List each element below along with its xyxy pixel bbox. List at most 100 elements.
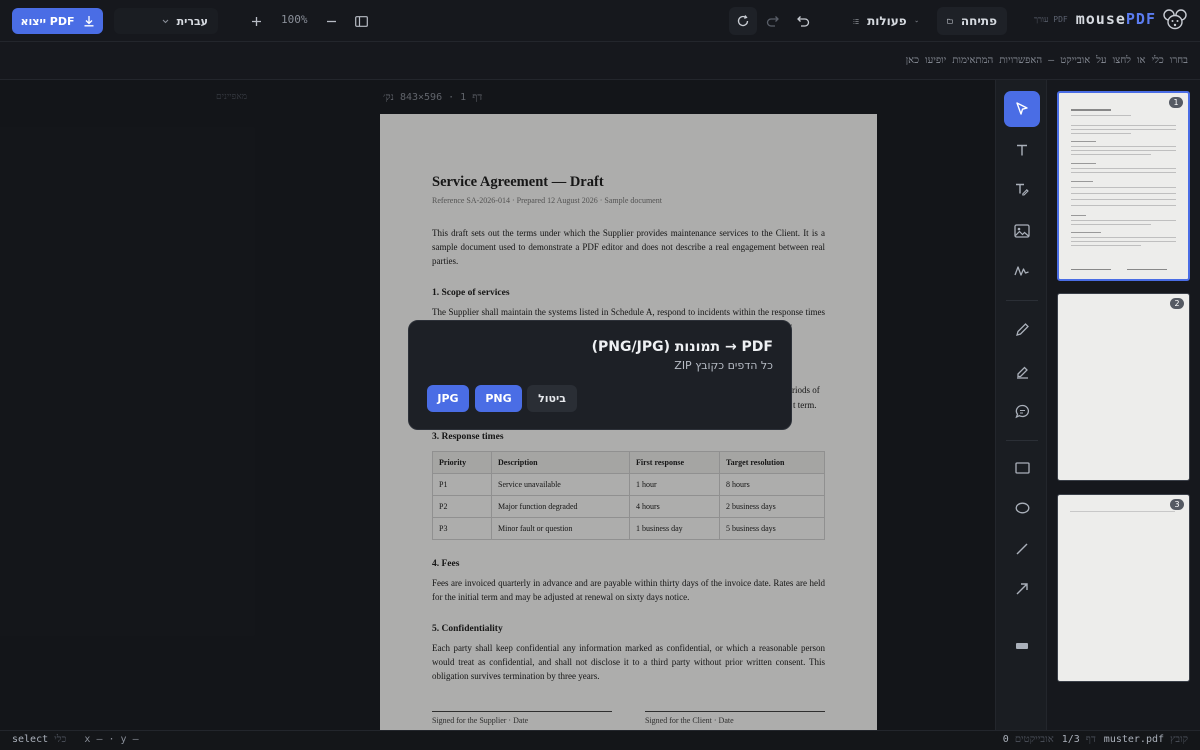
thumb-line bbox=[1071, 245, 1141, 246]
thumbnail-page-3[interactable]: 3 bbox=[1057, 494, 1190, 682]
logo-main: mouse bbox=[1075, 10, 1126, 28]
thumb-line bbox=[1071, 115, 1131, 116]
export-label: ייצוא PDF bbox=[20, 14, 75, 28]
thumb-line bbox=[1071, 129, 1176, 130]
status-objects-value: 0 bbox=[1002, 734, 1009, 745]
undo-button[interactable] bbox=[789, 7, 817, 35]
thumb-line bbox=[1071, 181, 1093, 182]
pen-icon bbox=[1015, 322, 1029, 336]
redo-button[interactable] bbox=[759, 7, 787, 35]
tool-rail bbox=[995, 80, 1047, 730]
edit-text-tool[interactable] bbox=[1004, 172, 1040, 208]
thumb-line bbox=[1071, 205, 1176, 206]
plus-icon bbox=[251, 16, 261, 26]
arrow-icon bbox=[1016, 583, 1028, 595]
chevron-down-icon bbox=[914, 20, 918, 22]
zoom-out-button[interactable] bbox=[317, 7, 345, 35]
download-icon bbox=[84, 16, 93, 27]
thumb-line bbox=[1071, 193, 1176, 194]
text-icon bbox=[1017, 144, 1027, 156]
logo-text: mousePDF bbox=[1076, 10, 1156, 28]
thumb-line bbox=[1071, 199, 1176, 200]
thumb-line bbox=[1071, 241, 1176, 242]
signature-tool[interactable] bbox=[1004, 253, 1040, 289]
status-coords: x — · y — bbox=[84, 734, 139, 745]
zoom-in-button[interactable] bbox=[242, 7, 270, 35]
reset-button[interactable] bbox=[729, 7, 757, 35]
thumb-line bbox=[1071, 232, 1101, 233]
language-label: עברית bbox=[176, 14, 208, 28]
comment-icon bbox=[1014, 404, 1029, 418]
line-tool[interactable] bbox=[1004, 531, 1040, 567]
export-images-dialog: PDF → תמונות (PNG/JPG) כל הדפים כקובץ ZI… bbox=[408, 320, 792, 430]
ellipse-icon bbox=[1015, 502, 1029, 514]
thumbnail-number: 2 bbox=[1170, 298, 1184, 309]
thumb-line bbox=[1071, 269, 1111, 270]
whiteout-icon bbox=[1016, 643, 1028, 649]
select-icon bbox=[1016, 102, 1028, 115]
thumb-line bbox=[1071, 141, 1096, 142]
status-bar: select כלי x — · y — קובץ muster.pdf דף … bbox=[0, 730, 1200, 750]
status-file-name: muster.pdf bbox=[1103, 734, 1165, 745]
list-icon bbox=[853, 18, 859, 24]
line-icon bbox=[1016, 543, 1028, 555]
zoom-level: 100% bbox=[281, 13, 308, 26]
top-toolbar: עורך PDF mousePDF פתיחה פעולות 100% עברי… bbox=[0, 0, 1200, 42]
thumb-line bbox=[1070, 511, 1175, 512]
highlighter-icon bbox=[1016, 366, 1028, 379]
png-button[interactable]: PNG bbox=[475, 385, 522, 412]
open-button[interactable]: פתיחה bbox=[937, 7, 1007, 35]
export-pdf-button[interactable]: ייצוא PDF bbox=[12, 8, 103, 34]
thumb-line bbox=[1071, 220, 1176, 221]
app-subtitle: עורך PDF bbox=[1034, 14, 1068, 24]
refresh-icon bbox=[737, 15, 749, 27]
thumbnail-page-2[interactable]: 2 bbox=[1057, 293, 1190, 481]
select-tool[interactable] bbox=[1004, 91, 1040, 127]
status-left: select כלי x — · y — bbox=[12, 734, 139, 745]
jpg-button[interactable]: JPG bbox=[427, 385, 469, 412]
pen-tool[interactable] bbox=[1004, 311, 1040, 347]
undo-icon bbox=[797, 16, 810, 27]
mouse-logo-icon bbox=[1163, 9, 1187, 30]
dialog-subtitle: כל הדפים כקובץ ZIP bbox=[674, 359, 773, 372]
image-icon bbox=[1014, 224, 1030, 238]
thumb-line bbox=[1071, 168, 1176, 169]
thumbnail-number: 3 bbox=[1170, 499, 1184, 510]
sidebar-toggle-button[interactable] bbox=[347, 7, 375, 35]
chevron-down-icon bbox=[162, 19, 168, 23]
redo-icon bbox=[766, 16, 779, 27]
page-thumbnails: 1 2 3 bbox=[1047, 80, 1200, 730]
thumbnail-page-1[interactable]: 1 bbox=[1057, 91, 1190, 281]
dialog-title: PDF → תמונות (PNG/JPG) bbox=[591, 339, 773, 355]
status-page-label: דף bbox=[1085, 734, 1096, 745]
whiteout-tool[interactable] bbox=[1004, 628, 1040, 664]
status-tool: select bbox=[12, 734, 49, 745]
arrow-tool[interactable] bbox=[1004, 571, 1040, 607]
thumb-line bbox=[1071, 150, 1176, 151]
rectangle-tool[interactable] bbox=[1004, 450, 1040, 486]
thumb-line bbox=[1071, 163, 1096, 164]
status-objects-label: אובייקטים bbox=[1014, 734, 1054, 745]
language-select[interactable]: עברית bbox=[114, 8, 218, 34]
rail-divider bbox=[1006, 440, 1038, 441]
status-page-value: 1/3 bbox=[1061, 734, 1080, 745]
thumb-line bbox=[1127, 269, 1167, 270]
ellipse-tool[interactable] bbox=[1004, 490, 1040, 526]
status-right: קובץ muster.pdf דף 1/3 אובייקטים 0 bbox=[1003, 734, 1188, 745]
image-tool[interactable] bbox=[1004, 213, 1040, 249]
hint-text: בחרו כלי או לחצו על אובייקט — האפשרויות … bbox=[905, 55, 1188, 66]
thumb-line bbox=[1071, 133, 1131, 134]
text-tool[interactable] bbox=[1004, 132, 1040, 168]
thumb-line bbox=[1071, 237, 1176, 238]
signature-icon bbox=[1014, 266, 1029, 276]
highlighter-tool[interactable] bbox=[1004, 353, 1040, 389]
actions-menu-button[interactable]: פעולות bbox=[843, 7, 928, 35]
logo-accent: PDF bbox=[1125, 10, 1156, 28]
thumb-line bbox=[1071, 125, 1176, 126]
properties-hint-bar: בחרו כלי או לחצו על אובייקט — האפשרויות … bbox=[0, 42, 1200, 80]
open-label: פתיחה bbox=[960, 14, 997, 28]
thumb-line bbox=[1071, 146, 1176, 147]
thumb-line bbox=[1071, 215, 1086, 216]
cancel-button[interactable]: ביטול bbox=[527, 385, 577, 412]
comment-tool[interactable] bbox=[1004, 393, 1040, 429]
